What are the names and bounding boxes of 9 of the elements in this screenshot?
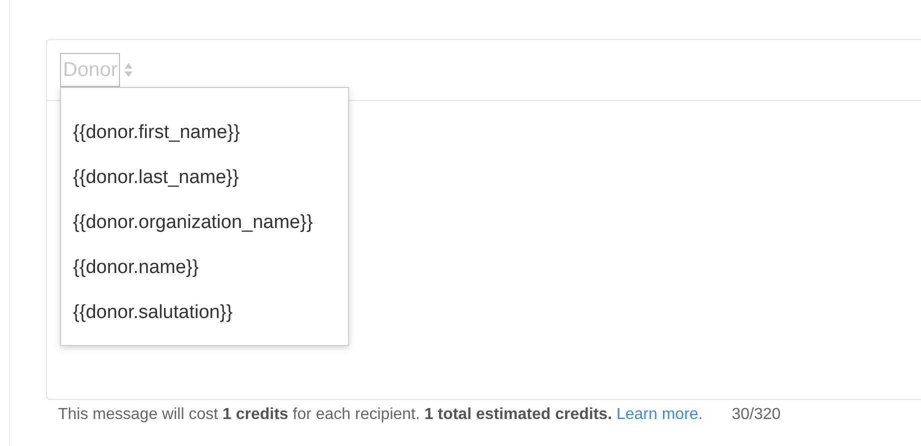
menu-item[interactable]: {{donor.organization_name}} xyxy=(61,200,348,245)
cost-note: This message will cost 1 credits for each recipient. 1 total estimated credits. Learn more. xyxy=(58,406,703,424)
menu-item[interactable]: {{donor.first_name}} xyxy=(61,110,348,155)
menu-item[interactable]: {{donor.salutation}} xyxy=(61,290,348,335)
menu-item[interactable]: {{donor.name}} xyxy=(61,245,348,290)
learn-more-link[interactable]: Learn more. xyxy=(616,406,703,423)
sort-arrows-icon[interactable] xyxy=(124,62,134,78)
menu-item[interactable]: {{donor.last_name}} xyxy=(61,155,348,200)
character-count: 30/320 xyxy=(732,406,781,424)
